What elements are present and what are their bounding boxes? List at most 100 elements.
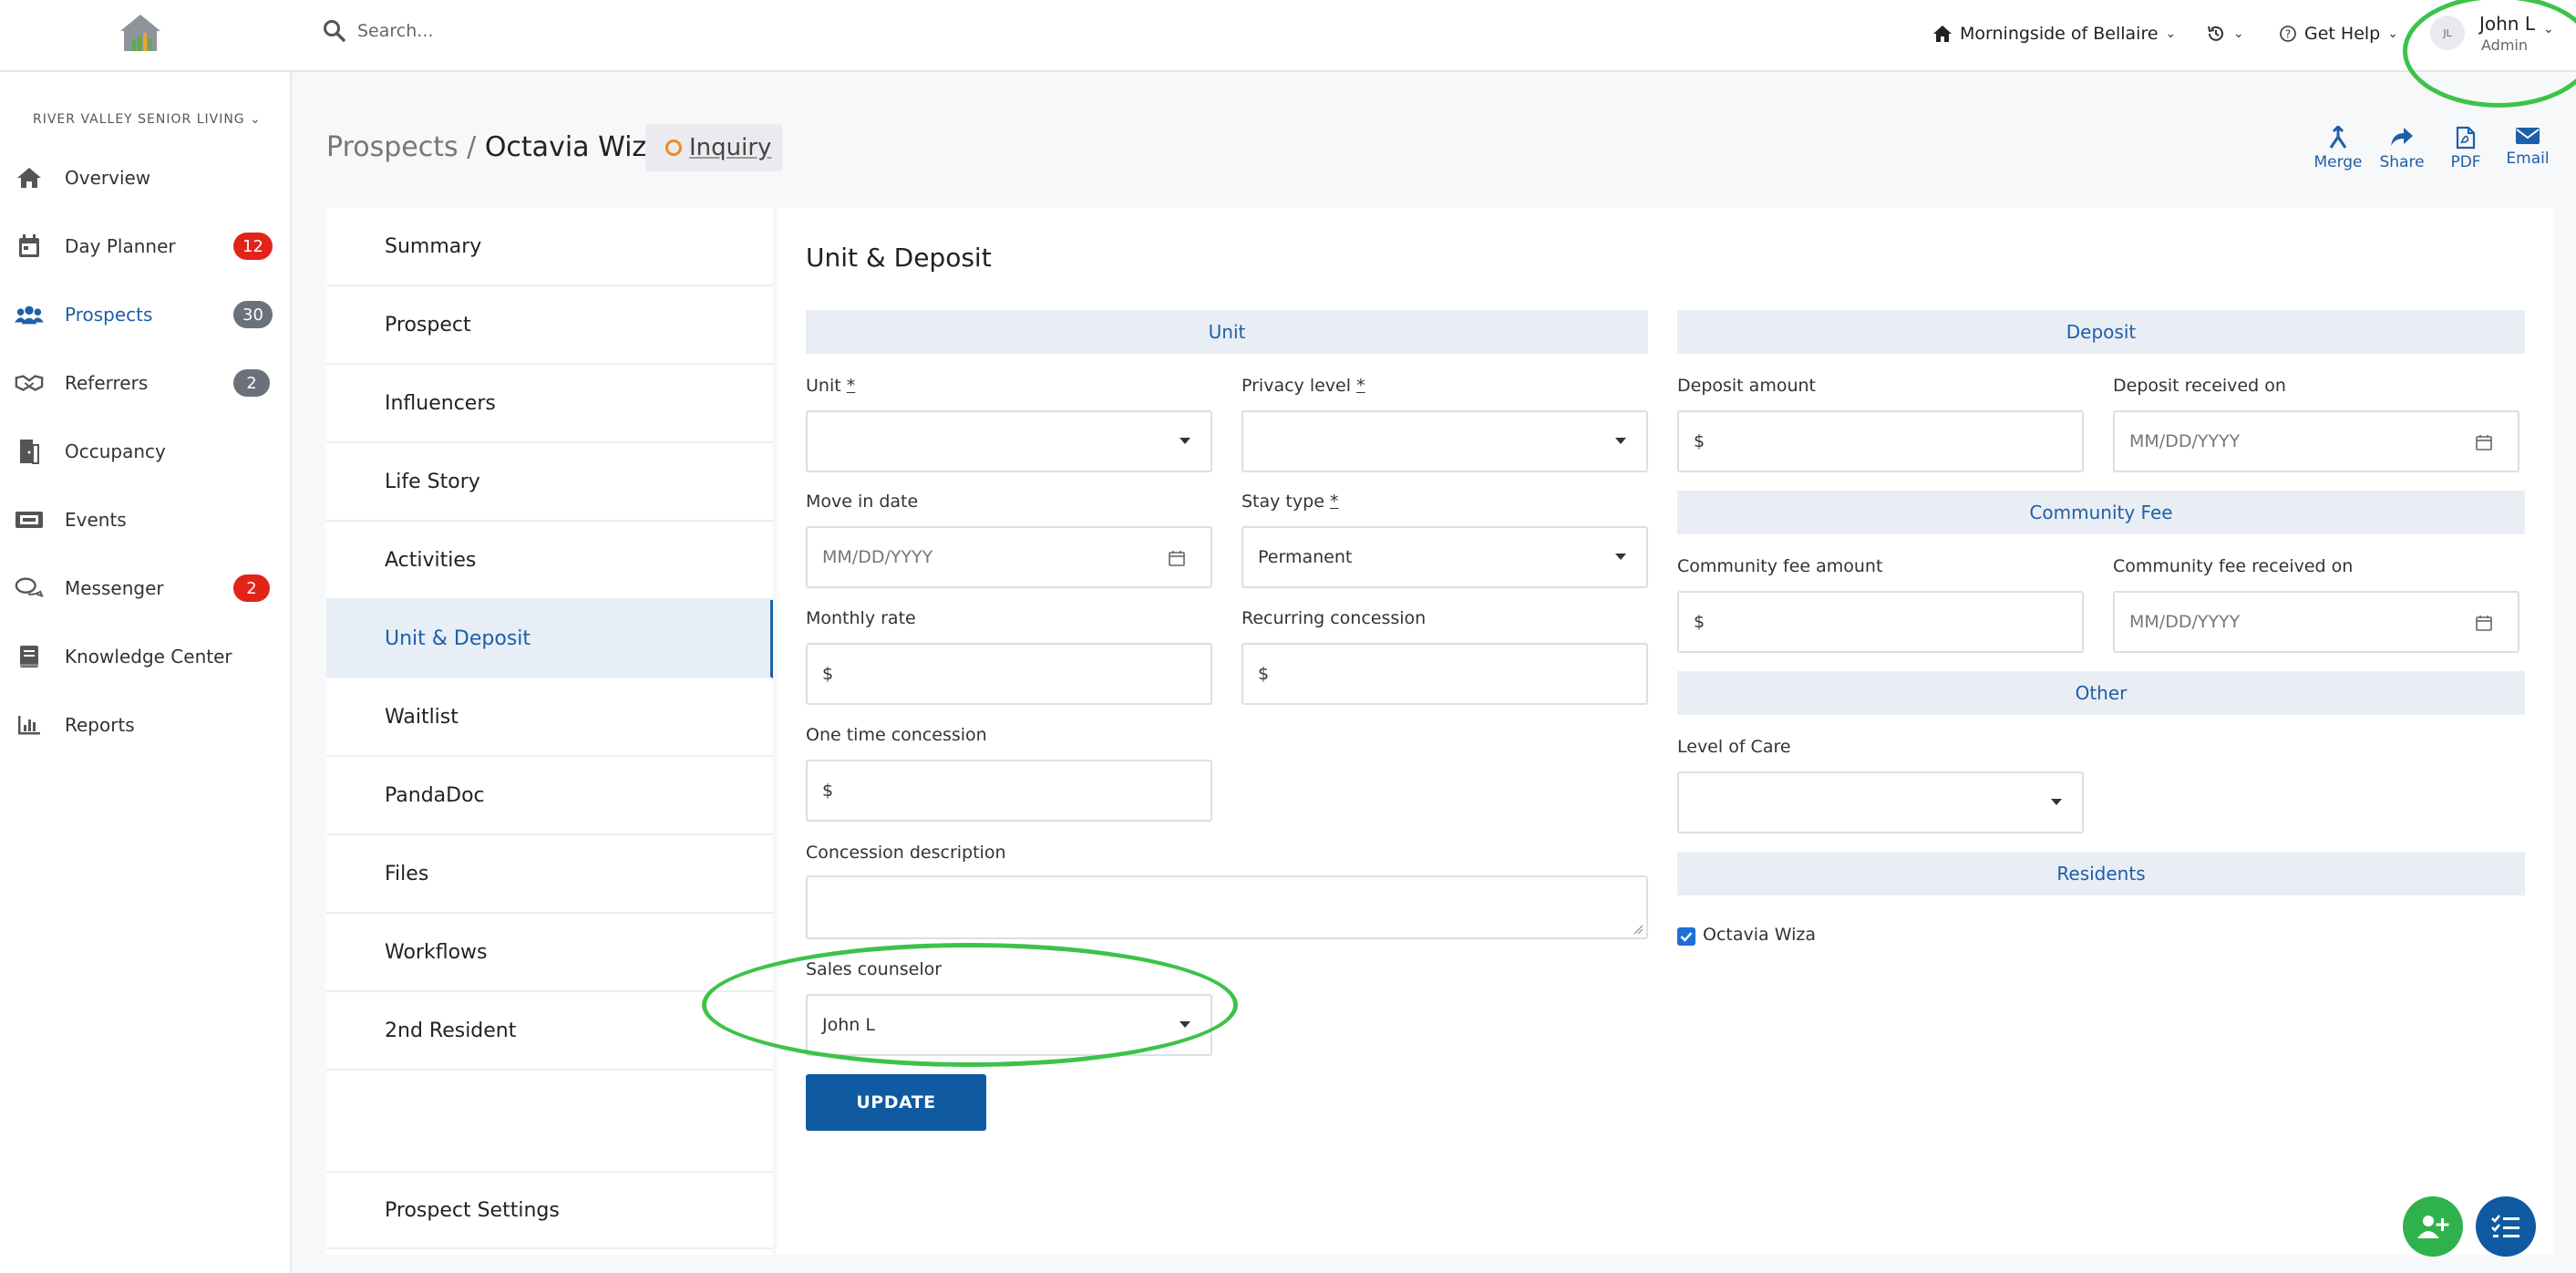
unit-select[interactable] bbox=[806, 410, 1212, 472]
stay-type-select[interactable]: Permanent bbox=[1242, 526, 1648, 588]
merge-label: Merge bbox=[2313, 153, 2363, 171]
level-of-care-select[interactable] bbox=[1677, 771, 2084, 833]
sidebar-item-messenger[interactable]: Messenger 2 bbox=[0, 561, 290, 616]
community-fee-section-header: Community Fee bbox=[1677, 491, 2525, 534]
tab-prospect[interactable]: Prospect bbox=[326, 286, 773, 365]
tab-files[interactable]: Files bbox=[326, 835, 773, 914]
resident-checkbox[interactable] bbox=[1677, 927, 1695, 946]
search-input[interactable] bbox=[357, 16, 722, 46]
tab-unit-deposit[interactable]: Unit & Deposit bbox=[326, 600, 773, 678]
ticket-icon bbox=[15, 505, 44, 534]
pdf-button[interactable]: PDF bbox=[2434, 126, 2498, 171]
share-label: Share bbox=[2379, 153, 2425, 171]
tab-activities[interactable]: Activities bbox=[326, 522, 773, 600]
concession-description-label: Concession description bbox=[806, 843, 1006, 863]
currency-symbol: $ bbox=[822, 664, 834, 684]
calendar-icon bbox=[15, 232, 44, 261]
sidebar-item-knowledge-center[interactable]: Knowledge Center bbox=[0, 629, 290, 684]
privacy-level-select[interactable] bbox=[1242, 410, 1648, 472]
concession-description-textarea[interactable] bbox=[806, 875, 1648, 939]
caret-down-icon bbox=[1615, 554, 1626, 560]
resident-name[interactable]: Octavia Wiza bbox=[1703, 925, 1816, 945]
calendar-icon[interactable] bbox=[2476, 615, 2492, 631]
tab-2nd-resident[interactable]: 2nd Resident bbox=[326, 992, 773, 1071]
update-button[interactable]: UPDATE bbox=[806, 1074, 986, 1131]
deposit-received-date-input[interactable]: MM/DD/YYYY bbox=[2113, 410, 2519, 472]
pdf-label: PDF bbox=[2450, 153, 2481, 171]
sidebar-item-label: Overview bbox=[65, 167, 151, 189]
community-name: Morningside of Bellaire bbox=[1960, 24, 2159, 44]
tab-prospect-settings[interactable]: Prospect Settings bbox=[326, 1171, 773, 1249]
notification-badge: 12 bbox=[233, 233, 273, 260]
search-icon[interactable] bbox=[323, 19, 346, 43]
chevron-down-icon[interactable]: ⌄ bbox=[2543, 22, 2554, 36]
user-name[interactable]: John L bbox=[2479, 13, 2535, 35]
monthly-rate-input[interactable]: $ bbox=[806, 643, 1212, 705]
sidebar-item-prospects[interactable]: Prospects 30 bbox=[0, 287, 290, 342]
currency-symbol: $ bbox=[1694, 612, 1705, 632]
community-fee-received-date-input[interactable]: MM/DD/YYYY bbox=[2113, 591, 2519, 653]
tab-pandadoc[interactable]: PandaDoc bbox=[326, 757, 773, 835]
sidebar-item-occupancy[interactable]: Occupancy bbox=[0, 424, 290, 479]
currency-symbol: $ bbox=[1694, 431, 1705, 451]
date-placeholder: MM/DD/YYYY bbox=[822, 547, 933, 567]
tab-life-story[interactable]: Life Story bbox=[326, 443, 773, 522]
org-name: RIVER VALLEY SENIOR LIVING bbox=[33, 112, 245, 127]
count-badge: 30 bbox=[233, 301, 273, 328]
logo-icon[interactable] bbox=[117, 11, 164, 55]
share-button[interactable]: Share bbox=[2370, 126, 2434, 171]
home-icon bbox=[15, 163, 44, 192]
calendar-icon[interactable] bbox=[1169, 550, 1185, 566]
avatar[interactable]: JL bbox=[2430, 16, 2465, 50]
tab-summary[interactable]: Summary bbox=[326, 208, 773, 286]
sales-counselor-select[interactable]: John L bbox=[806, 994, 1212, 1056]
other-section-header: Other bbox=[1677, 671, 2525, 715]
tab-waitlist[interactable]: Waitlist bbox=[326, 678, 773, 757]
add-prospect-button[interactable] bbox=[2403, 1196, 2463, 1257]
community-selector[interactable]: Morningside of Bellaire ⌄ bbox=[1932, 18, 2176, 49]
section-title: Unit & Deposit bbox=[806, 243, 992, 273]
sales-counselor-value: John L bbox=[822, 1015, 875, 1035]
share-icon bbox=[2391, 128, 2413, 146]
sidebar-item-referrers[interactable]: Referrers 2 bbox=[0, 356, 290, 410]
community-fee-amount-input[interactable]: $ bbox=[1677, 591, 2084, 653]
caret-down-icon bbox=[1180, 1021, 1190, 1028]
tab-influencers[interactable]: Influencers bbox=[326, 365, 773, 443]
chat-icon bbox=[15, 574, 44, 603]
sidebar-item-day-planner[interactable]: Day Planner 12 bbox=[0, 219, 290, 274]
tab-workflows[interactable]: Workflows bbox=[326, 914, 773, 992]
email-label: Email bbox=[2506, 150, 2550, 168]
sidebar-item-reports[interactable]: Reports bbox=[0, 698, 290, 752]
sidebar-item-label: Reports bbox=[65, 714, 135, 736]
count-badge: 2 bbox=[233, 369, 270, 397]
status-badge[interactable]: Inquiry bbox=[645, 124, 782, 171]
history-button[interactable]: ⌄ bbox=[2206, 18, 2244, 49]
caret-down-icon bbox=[1615, 438, 1626, 444]
deposit-section-header: Deposit bbox=[1677, 310, 2525, 354]
recurring-concession-label: Recurring concession bbox=[1242, 608, 1427, 628]
svg-text:?: ? bbox=[2285, 28, 2291, 41]
chevron-down-icon: ⌄ bbox=[2233, 26, 2244, 41]
one-time-concession-input[interactable]: $ bbox=[806, 760, 1212, 822]
task-list-button[interactable] bbox=[2476, 1196, 2536, 1257]
breadcrumb-prospects-link[interactable]: Prospects bbox=[326, 131, 459, 163]
sidebar-item-overview[interactable]: Overview bbox=[0, 150, 290, 205]
sidebar-item-events[interactable]: Events bbox=[0, 492, 290, 547]
get-help-label: Get Help bbox=[2304, 24, 2381, 44]
org-selector[interactable]: RIVER VALLEY SENIOR LIVING ⌄ bbox=[33, 112, 262, 127]
sidebar-item-label: Occupancy bbox=[65, 440, 166, 462]
deposit-received-label: Deposit received on bbox=[2113, 376, 2286, 396]
sidebar: RIVER VALLEY SENIOR LIVING ⌄ Overview Da… bbox=[0, 72, 292, 1273]
email-button[interactable]: Email bbox=[2496, 126, 2560, 168]
chevron-down-icon: ⌄ bbox=[2165, 26, 2177, 41]
get-help-button[interactable]: ? Get Help ⌄ bbox=[2279, 18, 2398, 49]
sidebar-item-label: Knowledge Center bbox=[65, 646, 232, 668]
resize-handle-icon[interactable] bbox=[1633, 924, 1643, 935]
deposit-amount-input[interactable]: $ bbox=[1677, 410, 2084, 472]
currency-symbol: $ bbox=[1258, 664, 1270, 684]
recurring-concession-input[interactable]: $ bbox=[1242, 643, 1648, 705]
merge-button[interactable]: Merge bbox=[2306, 126, 2370, 171]
level-of-care-label: Level of Care bbox=[1677, 737, 1791, 757]
calendar-icon[interactable] bbox=[2476, 434, 2492, 450]
move-in-date-input[interactable]: MM/DD/YYYY bbox=[806, 526, 1212, 588]
